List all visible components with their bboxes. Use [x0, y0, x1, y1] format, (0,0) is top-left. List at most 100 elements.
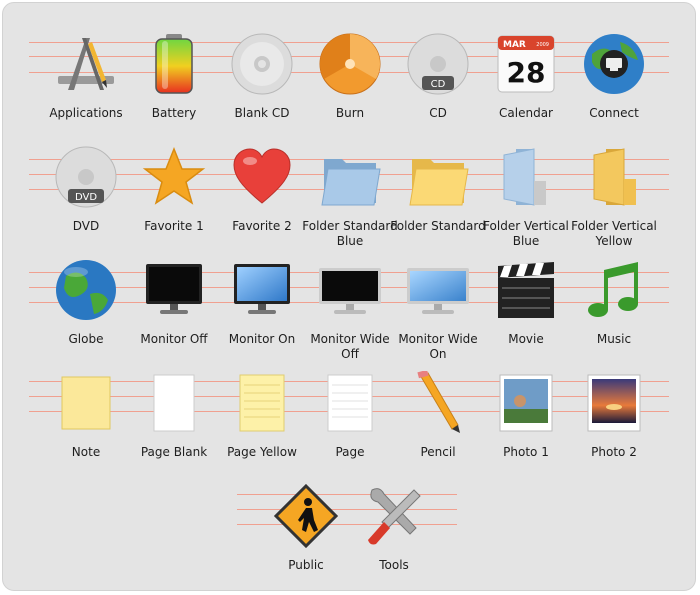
icon-tile-applications[interactable]: Applications — [42, 38, 130, 136]
page-lined-icon — [318, 371, 382, 435]
icon-label: Applications — [49, 106, 123, 120]
icon-label: Page Yellow — [227, 445, 297, 459]
icon-row-4: Note Page Blank Page Yellow Page Pencil … — [29, 371, 669, 475]
icon-tile-public[interactable]: Public — [262, 484, 350, 588]
icon-tile-page-yellow[interactable]: Page Yellow — [218, 374, 306, 475]
icon-tile-blank-cd[interactable]: Blank CD — [218, 33, 306, 136]
icon-label: Folder Vertical Blue — [483, 219, 569, 248]
icon-label: Page Blank — [140, 445, 208, 459]
icon-label: Public — [288, 558, 324, 572]
icon-label: Music — [596, 332, 632, 346]
movie-clapper-icon — [494, 258, 558, 322]
icon-label: Favorite 2 — [232, 219, 292, 233]
music-note-icon — [582, 258, 646, 322]
monitor-on-icon — [230, 258, 294, 322]
icon-tile-folder-standard-blue[interactable]: Folder Standard Blue — [302, 159, 398, 249]
globe-icon — [54, 258, 118, 322]
favorite-star-icon — [142, 145, 206, 209]
icon-tile-page[interactable]: Page — [306, 374, 394, 475]
pencil-icon — [406, 371, 470, 435]
icon-row-1: Applications Battery Blank CD Burn CD CD… — [29, 33, 669, 136]
icon-tile-photo-1[interactable]: Photo 1 — [482, 374, 570, 475]
public-sign-icon — [274, 484, 338, 548]
icon-tile-music[interactable]: Music — [570, 262, 658, 362]
dvd-icon: DVD — [54, 145, 118, 209]
battery-icon — [142, 32, 206, 96]
cd-icon: CD — [406, 32, 470, 96]
note-icon — [54, 371, 118, 435]
page-blank-icon — [142, 371, 206, 435]
icon-tile-tools[interactable]: Tools — [350, 488, 438, 588]
icon-label: Movie — [508, 332, 544, 346]
dvd-label: DVD — [75, 192, 97, 203]
icon-label: Tools — [379, 558, 409, 572]
connect-icon — [582, 32, 646, 96]
icon-tile-globe[interactable]: Globe — [42, 260, 130, 362]
icon-label: Blank CD — [234, 106, 290, 120]
calendar-day: 28 — [507, 56, 546, 89]
cd-label: CD — [431, 79, 446, 90]
icon-tile-burn[interactable]: Burn — [306, 33, 394, 136]
page-yellow-icon — [230, 371, 294, 435]
icon-tile-note[interactable]: Note — [42, 376, 130, 475]
calendar-icon: MAR 2009 28 — [494, 32, 558, 96]
icon-tile-pencil[interactable]: Pencil — [394, 371, 482, 475]
icon-tile-dvd[interactable]: DVD DVD — [42, 146, 130, 249]
icon-tile-movie[interactable]: Movie — [482, 262, 570, 362]
icon-row-2: DVD DVD Favorite 1 Favorite 2 Folder Sta… — [29, 146, 669, 249]
icon-tile-monitor-on[interactable]: Monitor On — [218, 264, 306, 362]
icon-label: Note — [71, 445, 101, 459]
monitor-wide-on-icon — [406, 258, 470, 322]
icon-tile-monitor-off[interactable]: Monitor Off — [130, 264, 218, 362]
folder-vertical-yellow-icon — [582, 145, 646, 209]
icon-tile-page-blank[interactable]: Page Blank — [130, 374, 218, 475]
icon-label: Battery — [151, 106, 197, 120]
icon-row-3: Globe Monitor Off Monitor On Monitor Wid… — [29, 260, 669, 362]
icon-label: Photo 1 — [503, 445, 549, 459]
applications-icon — [54, 32, 118, 96]
icon-row-5: Public Tools — [237, 484, 457, 588]
icon-label: DVD — [72, 219, 100, 233]
favorite-heart-icon — [230, 145, 294, 209]
icon-tile-favorite-2[interactable]: Favorite 2 — [218, 148, 306, 249]
photo-2-icon — [582, 371, 646, 435]
icon-tile-folder-standard[interactable]: Folder Standard — [390, 159, 486, 249]
icon-label: Connect — [589, 106, 639, 120]
icon-tile-folder-vertical-blue[interactable]: Folder Vertical Blue — [482, 148, 570, 249]
icon-tile-connect[interactable]: Connect — [570, 34, 658, 136]
blank-cd-icon — [230, 32, 294, 96]
icon-label: Calendar — [499, 106, 553, 120]
icon-label: Monitor Off — [140, 332, 208, 346]
icon-tile-calendar[interactable]: MAR 2009 28 Calendar — [482, 35, 570, 136]
icon-tile-favorite-1[interactable]: Favorite 1 — [130, 146, 218, 249]
icon-label: Monitor On — [228, 332, 296, 346]
icon-tile-folder-vertical-yellow[interactable]: Folder Vertical Yellow — [570, 148, 658, 249]
calendar-month: MAR — [503, 40, 526, 50]
icon-tile-cd[interactable]: CD CD — [394, 33, 482, 136]
icon-label: Folder Standard — [390, 219, 486, 233]
icon-label: Monitor Wide Off — [310, 332, 390, 361]
burn-icon — [318, 32, 382, 96]
icon-tile-monitor-wide-off[interactable]: Monitor Wide Off — [306, 268, 394, 362]
icon-label: Favorite 1 — [144, 219, 204, 233]
icon-label: Photo 2 — [591, 445, 637, 459]
icon-label: Folder Vertical Yellow — [571, 219, 657, 248]
icon-label: CD — [429, 106, 447, 120]
icon-tile-battery[interactable]: Battery — [130, 34, 218, 136]
icon-label: Pencil — [420, 445, 456, 459]
photo-1-icon — [494, 371, 558, 435]
monitor-off-icon — [142, 258, 206, 322]
icon-tile-monitor-wide-on[interactable]: Monitor Wide On — [394, 268, 482, 362]
icon-label: Burn — [335, 106, 365, 120]
monitor-wide-off-icon — [318, 258, 382, 322]
icon-label: Folder Standard Blue — [302, 219, 398, 248]
calendar-year: 2009 — [536, 42, 549, 48]
folder-blue-icon — [318, 145, 382, 209]
folder-yellow-icon — [406, 145, 470, 209]
icon-tile-photo-2[interactable]: Photo 2 — [570, 374, 658, 475]
icon-label: Page — [335, 445, 365, 459]
icon-label: Globe — [68, 332, 104, 346]
tools-icon — [362, 484, 426, 548]
icon-label: Monitor Wide On — [398, 332, 478, 361]
folder-vertical-blue-icon — [494, 145, 558, 209]
